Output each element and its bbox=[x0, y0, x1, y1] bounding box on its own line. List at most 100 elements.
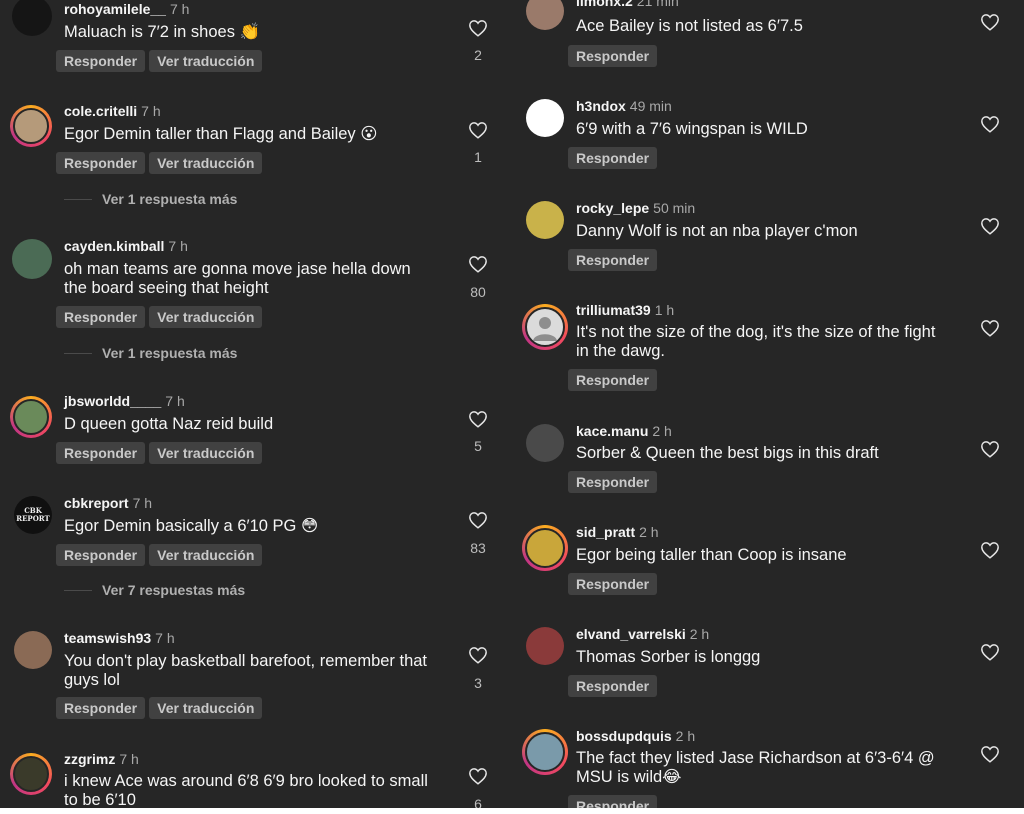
avatar[interactable] bbox=[10, 396, 52, 438]
view-more-replies[interactable]: Ver 7 respuestas más bbox=[64, 582, 245, 598]
comment-username[interactable]: trilliumat39 bbox=[576, 302, 651, 318]
comment-username[interactable]: sid_pratt bbox=[576, 524, 635, 540]
comment-username[interactable]: rohoyamilele__ bbox=[64, 1, 166, 17]
avatar[interactable]: CBK REPORT bbox=[14, 496, 52, 534]
comment-time: 7 h bbox=[155, 630, 175, 646]
avatar[interactable] bbox=[10, 105, 52, 147]
comment-text: Danny Wolf is not an nba player c'mon bbox=[576, 222, 858, 240]
comment-username[interactable]: cole.critelli bbox=[64, 103, 137, 119]
reply-button[interactable]: Responder bbox=[568, 369, 658, 391]
avatar[interactable] bbox=[522, 525, 568, 571]
comments-column-right: limonx.2 21 min Ace Bailey is not listed … bbox=[512, 0, 1024, 808]
comment-time: 2 h bbox=[689, 626, 710, 642]
comment-username[interactable]: elvand_varrelski bbox=[576, 626, 686, 642]
comment-username[interactable]: limonx.2 bbox=[576, 0, 633, 9]
comment-time: 2 h bbox=[652, 423, 672, 439]
comment-text: You don't play basketball barefoot, reme… bbox=[64, 652, 428, 689]
reply-button[interactable]: Responder bbox=[56, 697, 146, 719]
heart-icon[interactable] bbox=[468, 121, 488, 139]
heart-icon[interactable] bbox=[468, 646, 488, 664]
avatar[interactable] bbox=[522, 729, 568, 775]
avatar[interactable] bbox=[10, 753, 52, 795]
comment-username[interactable]: cayden.kimball bbox=[64, 238, 164, 254]
comment-time: 7 h bbox=[141, 103, 161, 119]
reply-button[interactable]: Responder bbox=[56, 306, 146, 328]
like-count: 6 bbox=[474, 796, 482, 808]
comment-time: 7 h bbox=[168, 238, 188, 254]
default-avatar-icon bbox=[533, 317, 557, 341]
reply-button[interactable]: Responder bbox=[568, 471, 658, 493]
comment-username[interactable]: teamswish93 bbox=[64, 630, 151, 646]
comment-text: It's not the size of the dog, it's the s… bbox=[576, 323, 936, 360]
reply-button[interactable]: Responder bbox=[56, 544, 146, 566]
like-count: 3 bbox=[474, 675, 482, 691]
heart-icon[interactable] bbox=[468, 255, 488, 273]
comment-username[interactable]: rocky_lepe bbox=[576, 200, 649, 216]
comment-text: Egor being taller than Coop is insane bbox=[576, 546, 847, 564]
reply-button[interactable]: Responder bbox=[568, 249, 658, 271]
heart-icon[interactable] bbox=[980, 541, 1000, 559]
translate-button[interactable]: Ver traducción bbox=[149, 544, 263, 566]
avatar[interactable] bbox=[526, 424, 564, 462]
heart-icon[interactable] bbox=[468, 19, 488, 37]
heart-icon[interactable] bbox=[980, 745, 1000, 763]
comment-time: 7 h bbox=[132, 495, 153, 511]
comment-username[interactable]: jbsworldd____ bbox=[64, 393, 161, 409]
comment-text: Sorber & Queen the best bigs in this dra… bbox=[576, 444, 879, 462]
reply-button[interactable]: Responder bbox=[568, 795, 658, 808]
heart-icon[interactable] bbox=[468, 511, 488, 529]
reply-button[interactable]: Responder bbox=[56, 442, 146, 464]
comment-text: Maluach is 7′2 in shoes 👏 bbox=[64, 23, 261, 41]
avatar[interactable] bbox=[526, 201, 564, 239]
reply-button[interactable]: Responder bbox=[568, 45, 658, 67]
comment-time: 7 h bbox=[169, 1, 190, 17]
translate-button[interactable]: Ver traducción bbox=[149, 50, 263, 72]
avatar[interactable] bbox=[14, 631, 52, 669]
comment-time: 2 h bbox=[675, 728, 696, 744]
avatar[interactable] bbox=[12, 0, 52, 36]
like-count: 5 bbox=[474, 438, 482, 454]
reply-button[interactable]: Responder bbox=[568, 573, 658, 595]
comment-username[interactable]: zzgrimz bbox=[64, 751, 115, 767]
heart-icon[interactable] bbox=[980, 13, 1000, 31]
comment-time: 7 h bbox=[119, 751, 139, 767]
comment-time: 1 h bbox=[654, 302, 675, 318]
comment-username[interactable]: cbkreport bbox=[64, 495, 129, 511]
reply-button[interactable]: Responder bbox=[568, 675, 658, 697]
comment-text: D queen gotta Naz reid build bbox=[64, 415, 274, 433]
comment-text: Ace Bailey is not listed as 6′7.5 bbox=[576, 17, 803, 35]
heart-icon[interactable] bbox=[980, 319, 1000, 337]
comment-text: Egor Demin basically a 6′10 PG 😳 bbox=[64, 517, 319, 535]
comment-username[interactable]: h3ndox bbox=[576, 98, 626, 114]
avatar[interactable] bbox=[12, 239, 52, 279]
translate-button[interactable]: Ver traducción bbox=[149, 442, 263, 464]
comment-username[interactable]: kace.manu bbox=[576, 423, 648, 439]
avatar[interactable] bbox=[526, 627, 564, 665]
comment-text: oh man teams are gonna move jase hella d… bbox=[64, 260, 411, 297]
like-count: 83 bbox=[470, 540, 486, 556]
heart-icon[interactable] bbox=[980, 217, 1000, 235]
reply-button[interactable]: Responder bbox=[56, 50, 146, 72]
comment-time: 21 min bbox=[636, 0, 679, 9]
reply-button[interactable]: Responder bbox=[56, 152, 146, 174]
view-more-replies[interactable]: Ver 1 respuesta más bbox=[64, 191, 237, 207]
like-count: 80 bbox=[470, 284, 486, 300]
reply-button[interactable]: Responder bbox=[568, 147, 658, 169]
comment-username[interactable]: bossdupdquis bbox=[576, 728, 672, 744]
translate-button[interactable]: Ver traducción bbox=[149, 697, 263, 719]
translate-button[interactable]: Ver traducción bbox=[149, 152, 263, 174]
heart-icon[interactable] bbox=[980, 115, 1000, 133]
heart-icon[interactable] bbox=[980, 440, 1000, 458]
heart-icon[interactable] bbox=[468, 410, 488, 428]
heart-icon[interactable] bbox=[468, 767, 488, 785]
avatar[interactable] bbox=[526, 0, 564, 30]
translate-button[interactable]: Ver traducción bbox=[149, 306, 263, 328]
comment-time: 2 h bbox=[639, 524, 659, 540]
comment-time: 49 min bbox=[629, 98, 672, 114]
like-count: 1 bbox=[474, 149, 482, 165]
heart-icon[interactable] bbox=[980, 643, 1000, 661]
comment-text: Thomas Sorber is longgg bbox=[576, 648, 761, 666]
avatar[interactable] bbox=[526, 99, 564, 137]
avatar[interactable] bbox=[522, 304, 568, 350]
view-more-replies[interactable]: Ver 1 respuesta más bbox=[64, 345, 237, 361]
